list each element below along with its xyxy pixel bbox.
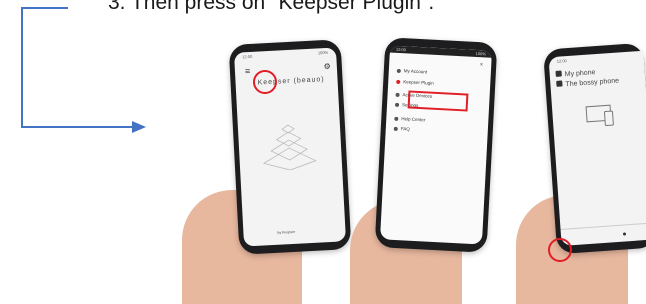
add-button-highlight-circle — [548, 238, 572, 262]
menu-item-label: FAQ — [400, 126, 410, 132]
phone-3: 12:00 My phone The bossy phone — [542, 42, 646, 255]
menu-item-label: Keepser Plugin — [403, 79, 434, 86]
menu-icon[interactable]: ≡ — [245, 66, 251, 76]
bottom-bar — [560, 222, 646, 246]
phone-illustration: 12:00 100% ≡ ⚙ Keepser (beauo) by Keepser… — [182, 30, 646, 304]
menu-item-label: Help Center — [401, 116, 426, 123]
list-item-label: My phone — [564, 69, 596, 79]
connector-arrow — [21, 7, 146, 133]
keepser-plugin-highlight — [407, 90, 469, 112]
menu-item-keepser-plugin[interactable]: Keepser Plugin — [396, 79, 434, 86]
phone-1-screen: 12:00 100% ≡ ⚙ Keepser (beauo) by Keepser — [233, 47, 347, 247]
list-item-label: The bossy phone — [565, 77, 620, 89]
menu-item-help-center[interactable]: Help Center — [394, 116, 426, 123]
devices-icon — [585, 104, 614, 126]
menu-highlight-circle — [253, 70, 277, 94]
phone-1: 12:00 100% ≡ ⚙ Keepser (beauo) by Keepser — [228, 39, 352, 255]
settings-icon[interactable]: ⚙ — [323, 62, 331, 71]
list-item-my-phone[interactable]: My phone — [555, 68, 596, 79]
pyramid-graphic — [262, 124, 317, 171]
phone-2: 12:00 100% My Account Keepser Plugin Acti… — [374, 37, 498, 253]
menu-item-faq[interactable]: FAQ — [393, 126, 410, 132]
phone-icon — [556, 80, 563, 87]
list-item-bossy-phone[interactable]: The bossy phone — [556, 77, 619, 89]
close-icon[interactable]: × — [480, 62, 484, 68]
menu-item-label: My Account — [403, 68, 428, 75]
menu-item-my-account[interactable]: My Account — [396, 68, 428, 75]
phone-1-footer: by Keepser — [277, 229, 296, 235]
phone-3-screen: 12:00 My phone The bossy phone — [548, 50, 646, 246]
phone-2-screen: 12:00 100% My Account Keepser Plugin Acti… — [379, 45, 493, 245]
phone-icon — [555, 70, 562, 77]
